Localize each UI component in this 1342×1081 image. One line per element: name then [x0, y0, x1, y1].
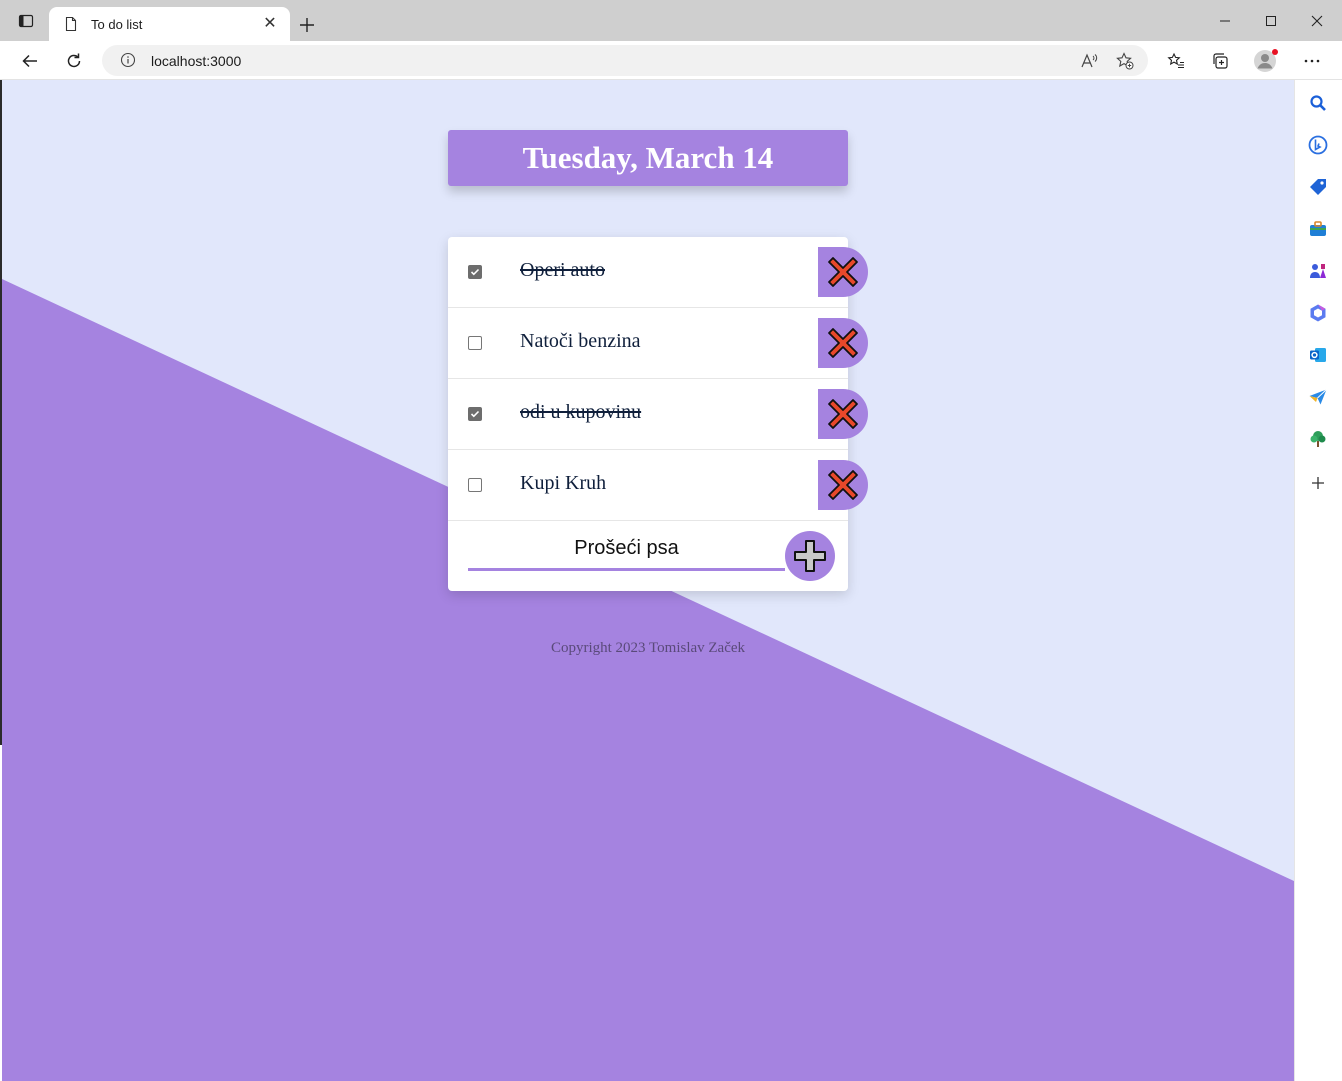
todo-item: Kupi Kruh: [448, 450, 868, 521]
add-favorite-button[interactable]: [1114, 50, 1136, 72]
new-item-input[interactable]: [468, 529, 785, 571]
favorites-icon: [1167, 52, 1184, 69]
close-icon: [1311, 15, 1323, 27]
more-icon: [1304, 59, 1320, 63]
address-bar[interactable]: localhost:3000: [102, 45, 1148, 76]
todo-checkbox[interactable]: [468, 407, 482, 421]
tree-icon[interactable]: [1307, 428, 1329, 450]
briefcase-icon[interactable]: [1307, 218, 1329, 240]
todo-item: Natoči benzina: [448, 308, 868, 379]
delete-x-icon: [828, 328, 858, 358]
bing-icon[interactable]: [1307, 134, 1329, 156]
todo-card: Operi auto Natoči benzina odi u kupovinu: [448, 237, 868, 591]
tab-actions-icon: [18, 14, 34, 28]
todo-item: odi u kupovinu: [448, 379, 868, 450]
todo-text: Kupi Kruh: [520, 472, 607, 494]
collections-icon: [1213, 53, 1228, 69]
date-title: Tuesday, March 14: [522, 140, 774, 175]
date-header: Tuesday, March 14: [448, 130, 848, 186]
todo-text: Natoči benzina: [520, 330, 641, 352]
browser-sidebar: [1294, 80, 1342, 1081]
delete-x-icon: [828, 470, 858, 500]
add-icon[interactable]: [1307, 472, 1329, 494]
tab-title: To do list: [91, 16, 143, 32]
outlook-icon[interactable]: [1307, 344, 1329, 366]
maximize-icon: [1266, 16, 1276, 26]
refresh-button[interactable]: [60, 48, 88, 74]
new-item-form: [448, 521, 848, 591]
tab-actions-button[interactable]: [8, 9, 44, 33]
settings-more-button[interactable]: [1298, 48, 1326, 74]
add-button[interactable]: [785, 531, 835, 581]
delete-button[interactable]: [818, 460, 868, 510]
browser-tab[interactable]: To do list ✕: [49, 7, 290, 41]
read-aloud-icon: [1081, 53, 1098, 68]
checkmark-icon: [470, 410, 480, 418]
delete-x-icon: [828, 399, 858, 429]
new-tab-button[interactable]: [294, 12, 320, 38]
todo-text: odi u kupovinu: [520, 401, 642, 423]
star-add-icon: [1116, 52, 1134, 70]
send-icon[interactable]: [1307, 386, 1329, 408]
favorites-button[interactable]: [1162, 48, 1190, 74]
read-aloud-button[interactable]: [1078, 50, 1100, 72]
refresh-icon: [67, 53, 81, 68]
close-tab-icon[interactable]: ✕: [262, 16, 278, 32]
copyright-footer: Copyright 2023 Tomislav Začek: [550, 640, 746, 656]
search-icon[interactable]: [1307, 92, 1329, 114]
todo-checkbox[interactable]: [468, 265, 482, 279]
todo-text: Operi auto: [520, 259, 605, 281]
tab-strip: To do list ✕: [0, 0, 1342, 41]
todo-item: Operi auto: [448, 237, 868, 308]
plus-icon: [794, 540, 826, 572]
page-icon: [65, 16, 77, 32]
avatar-icon: [1254, 49, 1278, 72]
back-button[interactable]: [16, 48, 44, 74]
minimize-icon: [1220, 20, 1230, 22]
close-window-button[interactable]: [1304, 8, 1330, 34]
todo-checkbox[interactable]: [468, 336, 482, 350]
delete-button[interactable]: [818, 389, 868, 439]
checkmark-icon: [470, 268, 480, 276]
browser-toolbar: localhost:3000: [0, 41, 1342, 80]
info-icon[interactable]: [120, 52, 136, 68]
plus-icon: [300, 18, 314, 32]
profile-button[interactable]: [1252, 48, 1280, 74]
delete-button[interactable]: [818, 318, 868, 368]
url-text[interactable]: localhost:3000: [151, 53, 241, 69]
arrow-left-icon: [22, 54, 37, 68]
collections-button[interactable]: [1206, 48, 1234, 74]
games-icon[interactable]: [1307, 260, 1329, 282]
office-icon[interactable]: [1307, 302, 1329, 324]
page-viewport: Tuesday, March 14 Operi auto Natoči benz…: [2, 80, 1294, 1081]
maximize-button[interactable]: [1258, 8, 1284, 34]
todo-checkbox[interactable]: [468, 478, 482, 492]
minimize-button[interactable]: [1212, 8, 1238, 34]
tag-icon[interactable]: [1307, 176, 1329, 198]
delete-x-icon: [828, 257, 858, 287]
delete-button[interactable]: [818, 247, 868, 297]
